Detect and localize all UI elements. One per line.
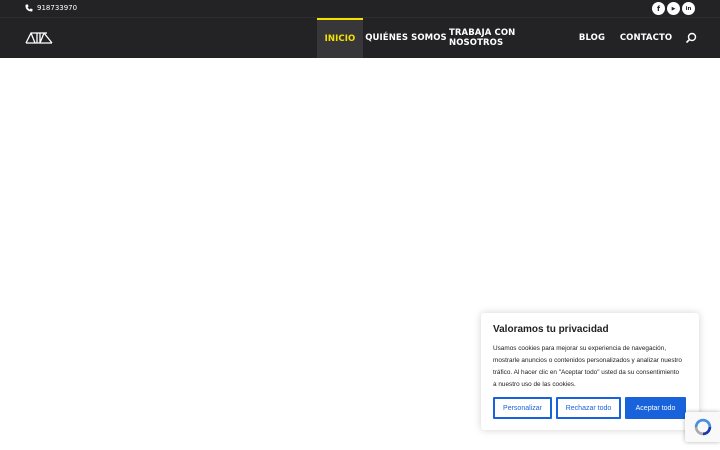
main-nav: INICIO QUIÉNES SOMOS TRABAJA CON NOSOTRO… [317, 18, 679, 58]
nav-item-quienes-somos[interactable]: QUIÉNES SOMOS [363, 18, 449, 58]
phone-icon [25, 4, 33, 12]
nav-item-blog[interactable]: BLOG [571, 18, 613, 58]
nav-item-contacto[interactable]: CONTACTO [613, 18, 679, 58]
site-logo[interactable] [25, 32, 53, 44]
recaptcha-badge[interactable] [685, 412, 720, 442]
nav-item-trabaja-con-nosotros[interactable]: TRABAJA CON NOSOTROS [449, 18, 571, 58]
phone-contact[interactable]: 918733970 [25, 4, 77, 12]
top-bar: 918733970 f ▶ in [0, 0, 720, 18]
reject-all-button[interactable]: Rechazar todo [556, 397, 621, 419]
linkedin-icon[interactable]: in [682, 2, 695, 15]
cookie-consent-banner: Valoramos tu privacidad Usamos cookies p… [481, 313, 699, 430]
cookie-buttons: Personalizar Rechazar todo Aceptar todo [493, 397, 686, 419]
search-icon[interactable] [685, 32, 697, 44]
nav-item-inicio[interactable]: INICIO [317, 18, 363, 58]
facebook-icon[interactable]: f [652, 2, 665, 15]
cookie-title: Valoramos tu privacidad [493, 324, 609, 335]
phone-number: 918733970 [37, 4, 78, 12]
social-links: f ▶ in [652, 2, 695, 15]
main-header: INICIO QUIÉNES SOMOS TRABAJA CON NOSOTRO… [0, 18, 720, 58]
youtube-icon[interactable]: ▶ [667, 2, 680, 15]
cookie-description: Usamos cookies para mejorar su experienc… [493, 345, 682, 388]
accept-all-button[interactable]: Aceptar todo [625, 397, 686, 419]
customize-button[interactable]: Personalizar [493, 397, 552, 419]
recaptcha-icon [694, 418, 711, 436]
